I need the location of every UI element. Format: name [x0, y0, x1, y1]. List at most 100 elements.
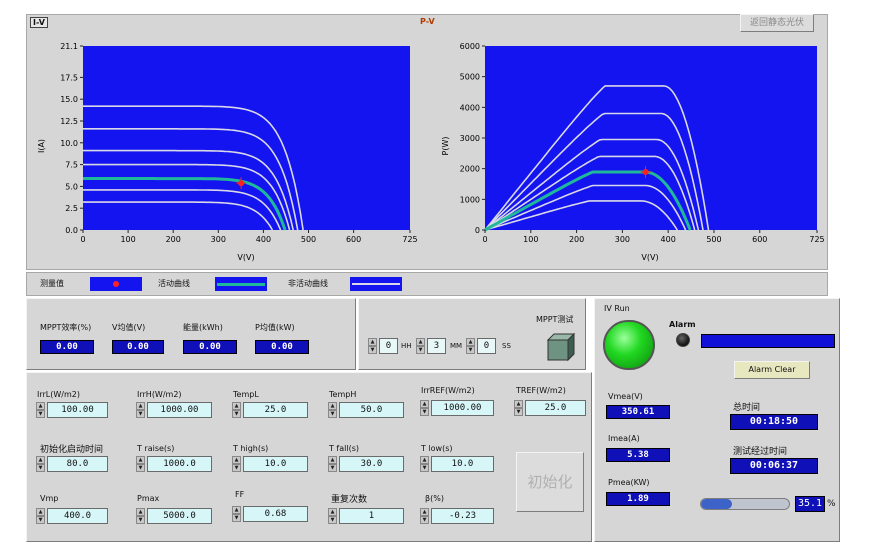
ff-control[interactable]: ▲ ▼ 0.68: [232, 506, 308, 522]
temph-control[interactable]: ▲ ▼ 50.0: [328, 402, 404, 418]
irrh-input[interactable]: 1000.00: [147, 402, 212, 418]
mppt-hh-input[interactable]: 0: [379, 338, 398, 354]
mppt-test-button[interactable]: [544, 330, 576, 362]
up-arrow-icon[interactable]: ▲: [136, 508, 145, 516]
mppt-ss-input[interactable]: 0: [477, 338, 496, 354]
up-arrow-icon[interactable]: ▲: [514, 400, 523, 408]
t-high-control[interactable]: ▲ ▼ 10.0: [232, 456, 308, 472]
down-arrow-icon[interactable]: ▼: [232, 410, 241, 418]
vmp-control[interactable]: ▲ ▼ 400.0: [36, 508, 108, 524]
up-arrow-icon[interactable]: ▲: [368, 338, 377, 346]
irrh-control[interactable]: ▲ ▼ 1000.00: [136, 402, 212, 418]
progress-bar-fill: [701, 499, 732, 509]
t-fall-control[interactable]: ▲ ▼ 30.0: [328, 456, 404, 472]
down-arrow-icon[interactable]: ▼: [136, 516, 145, 524]
mppt-hh-control[interactable]: ▲ ▼ 0: [368, 338, 398, 354]
down-arrow-icon[interactable]: ▼: [36, 464, 45, 472]
pv-x-tick-label: 725: [809, 235, 824, 244]
up-arrow-icon[interactable]: ▲: [232, 456, 241, 464]
up-arrow-icon[interactable]: ▲: [466, 338, 475, 346]
up-arrow-icon[interactable]: ▲: [36, 508, 45, 516]
legend-measured-swatch: [90, 277, 142, 291]
templ-label: TempL: [233, 390, 259, 399]
templ-input[interactable]: 25.0: [243, 402, 308, 418]
up-arrow-icon[interactable]: ▲: [328, 456, 337, 464]
irrl-control[interactable]: ▲ ▼ 100.00: [36, 402, 108, 418]
up-arrow-icon[interactable]: ▲: [136, 402, 145, 410]
pv-x-tick-label: 400: [661, 235, 676, 244]
mppt-mm-input[interactable]: 3: [427, 338, 446, 354]
down-arrow-icon[interactable]: ▼: [328, 516, 337, 524]
up-arrow-icon[interactable]: ▲: [232, 506, 241, 514]
down-arrow-icon[interactable]: ▼: [136, 464, 145, 472]
tref-input[interactable]: 25.0: [525, 400, 586, 416]
irrref-input[interactable]: 1000.00: [431, 400, 494, 416]
down-arrow-icon[interactable]: ▼: [466, 346, 475, 354]
up-arrow-icon[interactable]: ▲: [232, 402, 241, 410]
t-fall-input[interactable]: 30.0: [339, 456, 404, 472]
tref-control[interactable]: ▲ ▼ 25.0: [514, 400, 586, 416]
down-arrow-icon[interactable]: ▼: [328, 410, 337, 418]
initialize-button[interactable]: 初始化: [516, 452, 584, 512]
repeat-control[interactable]: ▲ ▼ 1: [328, 508, 404, 524]
down-arrow-icon[interactable]: ▼: [368, 346, 377, 354]
repeat-input[interactable]: 1: [339, 508, 404, 524]
up-arrow-icon[interactable]: ▲: [420, 400, 429, 408]
down-arrow-icon[interactable]: ▼: [514, 408, 523, 416]
down-arrow-icon[interactable]: ▼: [420, 516, 429, 524]
down-arrow-icon[interactable]: ▼: [36, 516, 45, 524]
iv-x-tick-label: 400: [256, 235, 271, 244]
down-arrow-icon[interactable]: ▼: [420, 408, 429, 416]
iv-y-tick-label: 17.5: [60, 73, 78, 82]
down-arrow-icon[interactable]: ▼: [328, 464, 337, 472]
down-arrow-icon[interactable]: ▼: [420, 464, 429, 472]
beta-control[interactable]: ▲ ▼ -0.23: [420, 508, 494, 524]
up-arrow-icon[interactable]: ▲: [416, 338, 425, 346]
init-start-input[interactable]: 80.0: [47, 456, 108, 472]
progress-bar: [700, 498, 790, 510]
down-arrow-icon[interactable]: ▼: [416, 346, 425, 354]
down-arrow-icon[interactable]: ▼: [136, 410, 145, 418]
t-raise-control[interactable]: ▲ ▼ 1000.0: [136, 456, 212, 472]
imea-label: Imea(A): [608, 434, 640, 443]
vmp-input[interactable]: 400.0: [47, 508, 108, 524]
mppt-mm-control[interactable]: ▲ ▼ 3: [416, 338, 446, 354]
pv-x-tick-label: 200: [569, 235, 584, 244]
up-arrow-icon[interactable]: ▲: [328, 402, 337, 410]
up-arrow-icon[interactable]: ▲: [420, 456, 429, 464]
iv-y-tick-label: 12.5: [60, 117, 78, 126]
irrref-control[interactable]: ▲ ▼ 1000.00: [420, 400, 494, 416]
init-start-control[interactable]: ▲ ▼ 80.0: [36, 456, 108, 472]
pmax-control[interactable]: ▲ ▼ 5000.0: [136, 508, 212, 524]
alarm-clear-button[interactable]: Alarm Clear: [734, 361, 810, 379]
down-arrow-icon[interactable]: ▼: [36, 410, 45, 418]
t-low-input[interactable]: 10.0: [431, 456, 494, 472]
iv-y-tick-label: 10.0: [60, 139, 78, 148]
t-low-control[interactable]: ▲ ▼ 10.0: [420, 456, 494, 472]
mppt-test-label: MPPT测试: [536, 315, 574, 324]
up-arrow-icon[interactable]: ▲: [328, 508, 337, 516]
beta-input[interactable]: -0.23: [431, 508, 494, 524]
up-arrow-icon[interactable]: ▲: [136, 456, 145, 464]
pmea-value: 1.89: [606, 492, 670, 506]
temph-input[interactable]: 50.0: [339, 402, 404, 418]
pv-x-tick-label: 600: [752, 235, 767, 244]
ff-input[interactable]: 0.68: [243, 506, 308, 522]
mppt-hh-unit: HH: [401, 342, 412, 350]
pmax-input[interactable]: 5000.0: [147, 508, 212, 524]
pv-x-tick-label: 0: [482, 235, 487, 244]
up-arrow-icon[interactable]: ▲: [36, 402, 45, 410]
down-arrow-icon[interactable]: ▼: [232, 514, 241, 522]
pv-chart-title: P-V: [420, 17, 435, 26]
down-arrow-icon[interactable]: ▼: [232, 464, 241, 472]
up-arrow-icon[interactable]: ▲: [420, 508, 429, 516]
mppt-ss-control[interactable]: ▲ ▼ 0: [466, 338, 496, 354]
pv-x-tick-label: 100: [523, 235, 538, 244]
templ-control[interactable]: ▲ ▼ 25.0: [232, 402, 308, 418]
irrl-input[interactable]: 100.00: [47, 402, 108, 418]
return-static-pv-button[interactable]: 返回静态光伏: [740, 14, 814, 32]
up-arrow-icon[interactable]: ▲: [36, 456, 45, 464]
t-raise-input[interactable]: 1000.0: [147, 456, 212, 472]
t-high-input[interactable]: 10.0: [243, 456, 308, 472]
pv-y-tick-label: 1000: [460, 195, 480, 204]
